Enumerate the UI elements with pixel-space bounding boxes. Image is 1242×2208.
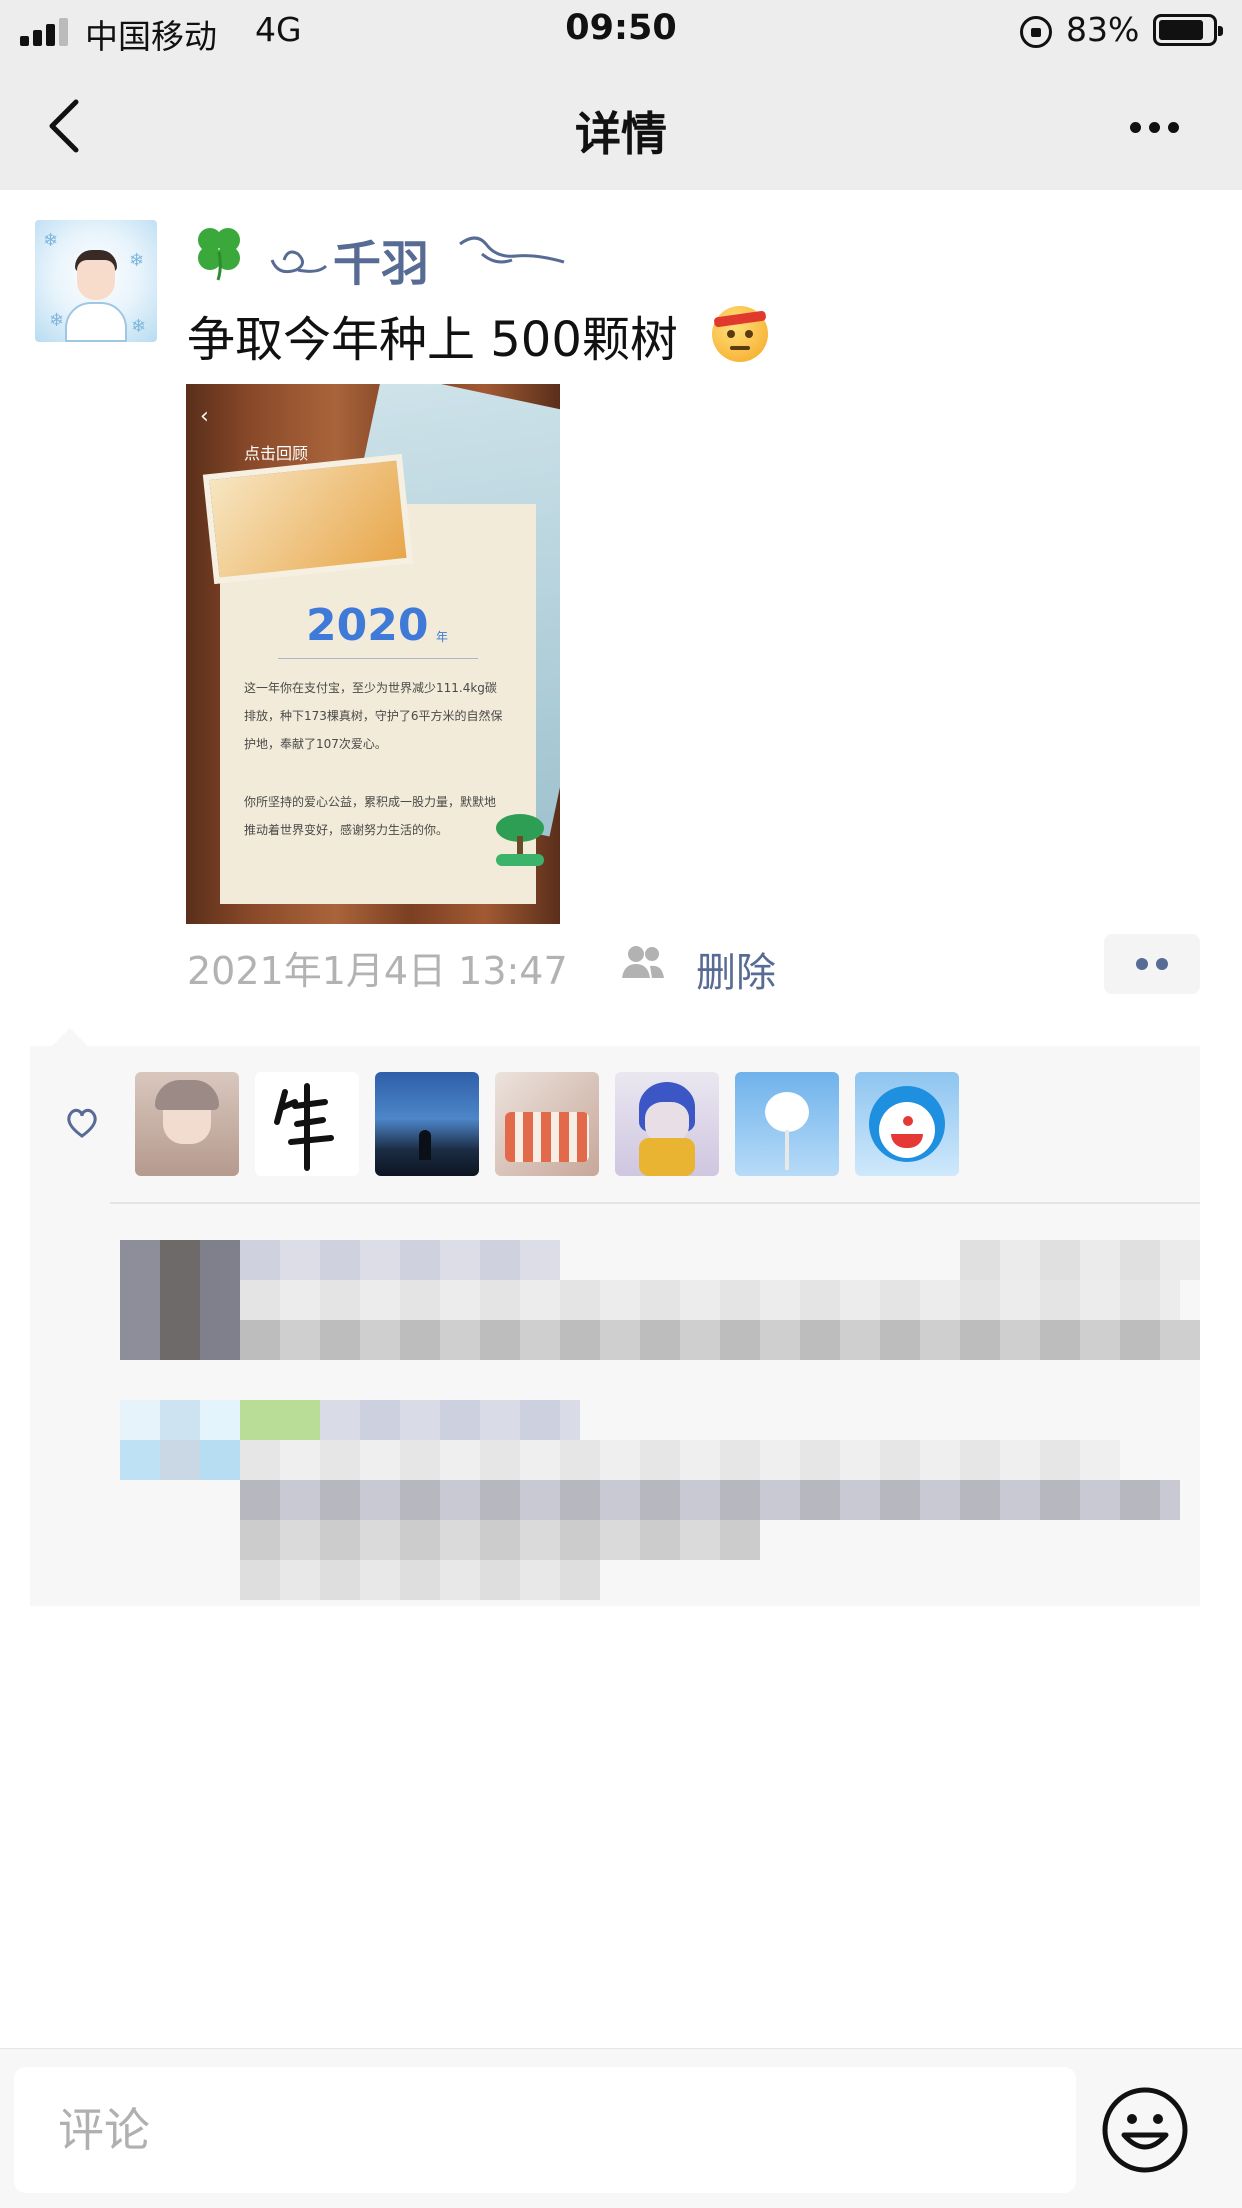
snowflake-icon: ❄ — [131, 316, 147, 337]
comment-item — [40, 1400, 1200, 1600]
image-back-icon: ‹ — [200, 404, 209, 429]
liker-avatar[interactable] — [855, 1072, 959, 1176]
angry-headband-emoji-icon — [712, 306, 768, 362]
clover-icon — [198, 228, 240, 281]
username-label: 千羽 — [333, 236, 430, 292]
liker-avatar[interactable] — [375, 1072, 479, 1176]
image-recall-label: 点击回顾 — [244, 444, 309, 463]
image-paragraph-2: 你所坚持的爱心公益，累积成一股力量，默默地推动着世界变好，感谢努力生活的你。 — [244, 795, 497, 837]
liker-avatar[interactable] — [135, 1072, 239, 1176]
page-title: 详情 — [575, 107, 667, 161]
liker-avatar[interactable] — [735, 1072, 839, 1176]
status-time: 09:50 — [565, 8, 677, 48]
image-year-suffix: 年 — [436, 630, 449, 644]
nav-bar: 详情 — [0, 62, 1242, 190]
avatar[interactable]: ❄ ❄ ❄ ❄ — [35, 220, 157, 342]
image-year: 2020 — [306, 600, 429, 651]
battery-icon — [1153, 14, 1223, 46]
visibility-people-icon[interactable] — [620, 944, 666, 980]
battery-percent: 83% — [1066, 10, 1140, 49]
swirl-decoration-icon — [270, 250, 328, 274]
image-paragraph-1: 这一年你在支付宝，至少为世界减少111.4kg碳排放，种下173棵真树，守护了6… — [244, 681, 503, 751]
snowflake-icon: ❄ — [129, 250, 145, 271]
snowflake-icon: ❄ — [49, 310, 65, 331]
post-image[interactable]: ‹ 点击回顾 2020 年 这一年你在支付宝，至少为世界减少111.4kg碳排放… — [186, 384, 560, 924]
liker-avatar[interactable] — [495, 1072, 599, 1176]
comment-input[interactable] — [14, 2067, 1076, 2193]
post-text: 争取今年种上 500颗树 — [187, 312, 678, 368]
image-photo-card — [202, 453, 414, 585]
liker-avatar[interactable] — [255, 1072, 359, 1176]
delete-button[interactable]: 删除 — [696, 940, 776, 998]
comment-item — [40, 1240, 1200, 1360]
more-button[interactable] — [1120, 102, 1190, 152]
swirl-decoration-icon — [459, 236, 565, 264]
comment-bar — [0, 2048, 1242, 2208]
heart-icon — [67, 1108, 97, 1138]
like-comment-menu-button[interactable] — [1104, 934, 1200, 994]
smile-icon[interactable] — [1100, 2085, 1190, 2175]
snowflake-icon: ❄ — [43, 230, 59, 251]
liker-avatar[interactable] — [615, 1072, 719, 1176]
tree-icon — [496, 814, 544, 866]
status-bar: 中国移动 4G 09:50 83% — [0, 0, 1242, 62]
post-timestamp: 2021年1月4日 13:47 — [187, 949, 568, 993]
rotation-lock-icon — [1020, 16, 1052, 48]
